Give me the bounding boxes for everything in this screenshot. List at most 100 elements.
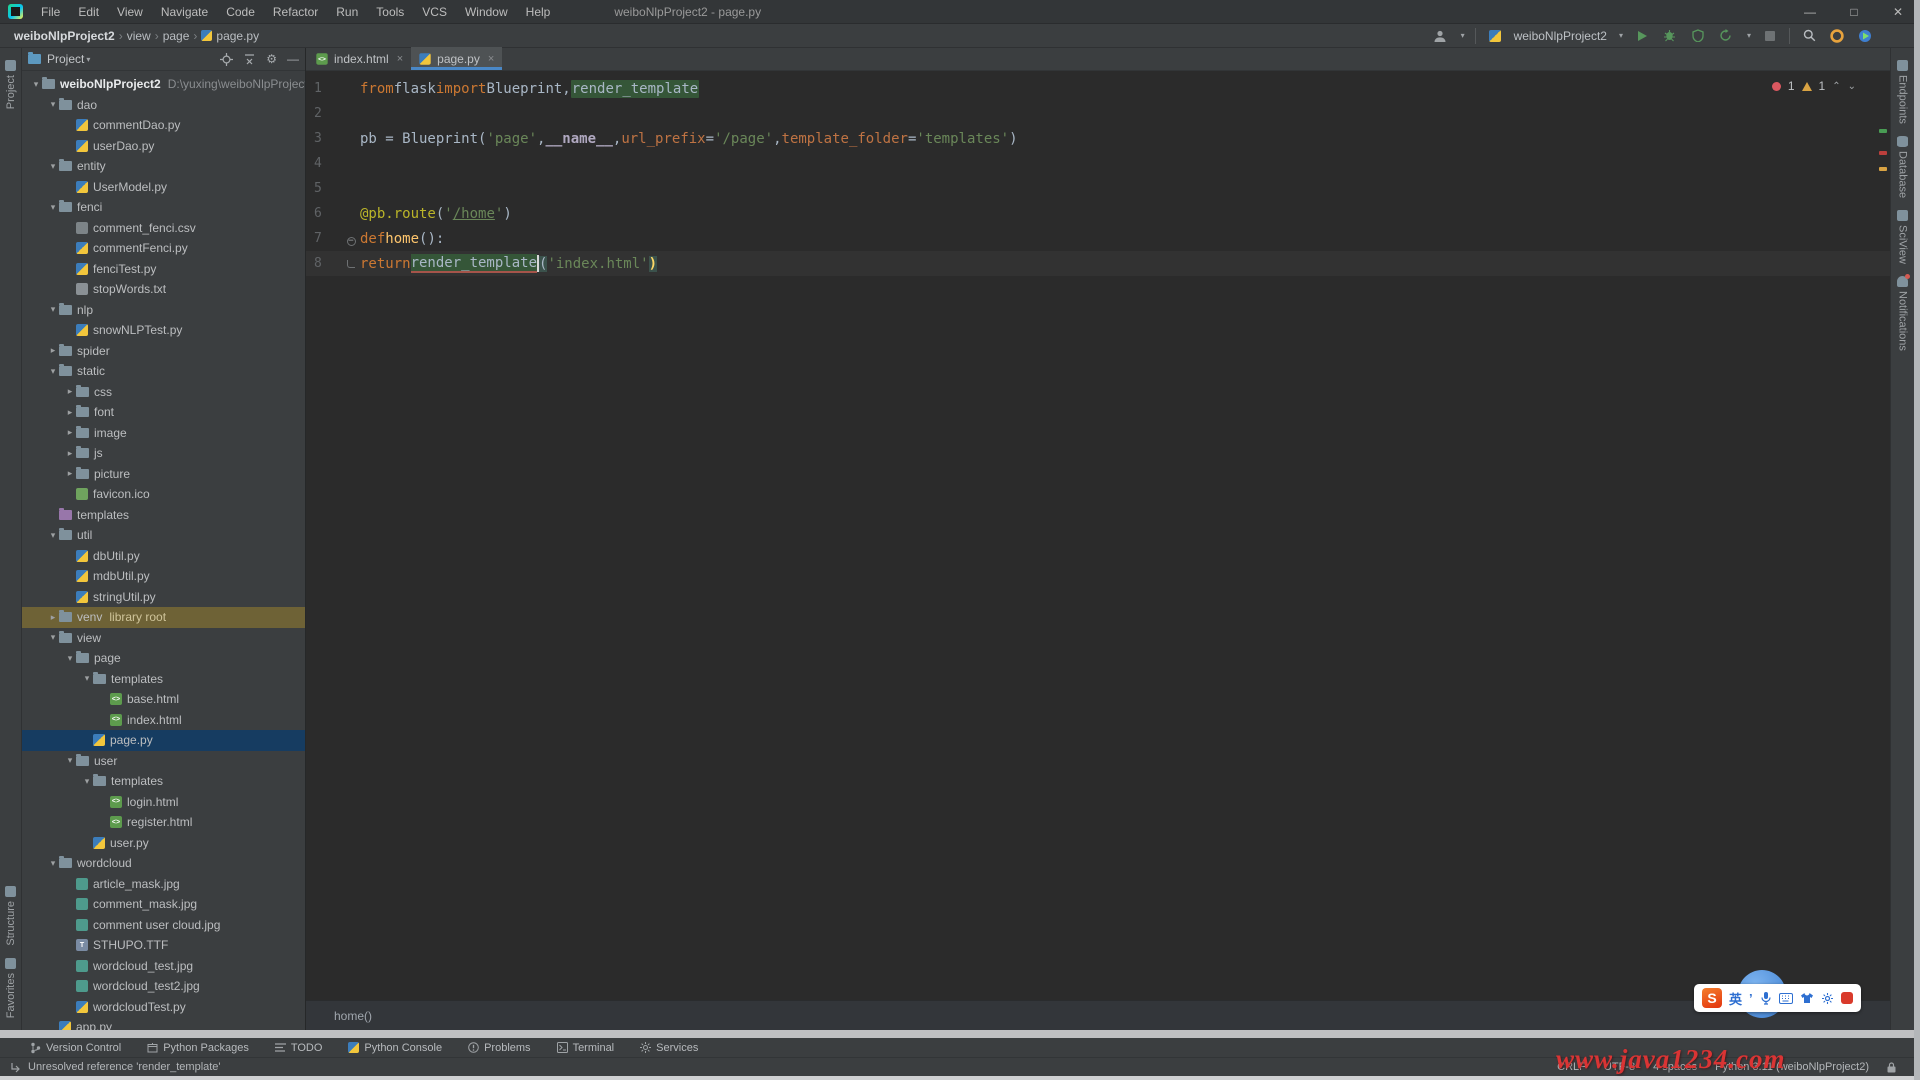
chevron-down-icon[interactable]: ▾ xyxy=(47,202,59,213)
tool-stripe-sciview[interactable]: SciView xyxy=(1897,210,1909,264)
tree-item-templates[interactable]: ▾ templates xyxy=(22,771,305,792)
events-icon[interactable] xyxy=(1856,27,1874,45)
search-everywhere-icon[interactable] xyxy=(1800,27,1818,45)
tree-item-stopwords-txt[interactable]: stopWords.txt xyxy=(22,279,305,300)
tree-item-commentdao-py[interactable]: commentDao.py xyxy=(22,115,305,136)
keyboard-icon[interactable] xyxy=(1778,992,1793,1004)
tool-window-button-services[interactable]: Services xyxy=(640,1042,698,1054)
tree-item-wordcloud-test-jpg[interactable]: wordcloud_test.jpg xyxy=(22,956,305,977)
chevron-down-icon[interactable]: ▾ xyxy=(64,653,76,664)
minimize-button[interactable]: — xyxy=(1788,0,1832,23)
tree-item-index-html[interactable]: <> index.html xyxy=(22,710,305,731)
tree-item-spider[interactable]: ▸ spider xyxy=(22,341,305,362)
code-line-5[interactable]: 5 xyxy=(306,176,1890,201)
close-tab-icon[interactable]: × xyxy=(488,53,494,65)
tree-item-user[interactable]: ▾ user xyxy=(22,751,305,772)
tree-item-static[interactable]: ▾ static xyxy=(22,361,305,382)
tool-window-button-problems[interactable]: Problems xyxy=(468,1042,531,1054)
tool-window-button-python-console[interactable]: Python Console xyxy=(348,1042,442,1054)
editor-tab-index.html[interactable]: <> index.html × xyxy=(308,47,411,70)
menu-refactor[interactable]: Refactor xyxy=(265,3,326,21)
code-line-8[interactable]: 8 return render_template('index.html') xyxy=(306,251,1890,276)
tree-item-wordcloud-test2-jpg[interactable]: wordcloud_test2.jpg xyxy=(22,976,305,997)
tree-item-snownlptest-py[interactable]: snowNLPTest.py xyxy=(22,320,305,341)
tool-window-button-terminal[interactable]: Terminal xyxy=(556,1042,614,1054)
inspection-widget[interactable]: 1 1 ⌃ ⌄ xyxy=(1771,79,1856,93)
editor-tab-page.py[interactable]: page.py × xyxy=(411,47,503,70)
tree-item-css[interactable]: ▸ css xyxy=(22,382,305,403)
chevron-down-icon[interactable]: ▾ xyxy=(64,755,76,766)
tree-item-user-py[interactable]: user.py xyxy=(22,833,305,854)
menu-tools[interactable]: Tools xyxy=(368,3,412,21)
tree-item-comment-mask-jpg[interactable]: comment_mask.jpg xyxy=(22,894,305,915)
lock-icon[interactable] xyxy=(1887,1061,1896,1073)
tree-item-commentfenci-py[interactable]: commentFenci.py xyxy=(22,238,305,259)
error-stripe[interactable] xyxy=(1876,71,1890,1000)
collapse-all-icon[interactable] xyxy=(243,53,256,66)
hide-panel-icon[interactable]: — xyxy=(287,53,299,65)
tool-window-button-todo[interactable]: TODO xyxy=(274,1042,322,1054)
chevron-down-icon[interactable]: ▾ xyxy=(81,776,93,787)
ime-language-toggle[interactable]: 英 xyxy=(1729,989,1742,1008)
chevron-down-icon[interactable]: ▾ xyxy=(47,161,59,172)
tool-stripe-structure[interactable]: Structure xyxy=(5,886,17,946)
menu-help[interactable]: Help xyxy=(518,3,559,21)
chevron-right-icon[interactable]: ▸ xyxy=(64,386,76,397)
gear-icon[interactable]: ⚙ xyxy=(266,53,277,65)
prev-issue-icon[interactable]: ⌃ xyxy=(1832,81,1840,92)
updates-icon[interactable] xyxy=(1828,27,1846,45)
locate-file-icon[interactable] xyxy=(220,52,234,66)
menu-vcs[interactable]: VCS xyxy=(414,3,455,21)
chevron-right-icon[interactable]: ▸ xyxy=(47,612,59,623)
tree-item-comment-fenci-csv[interactable]: comment_fenci.csv xyxy=(22,218,305,239)
rerun-button[interactable] xyxy=(1717,27,1735,45)
tree-item-venv[interactable]: ▸ venv library root xyxy=(22,607,305,628)
chevron-down-icon[interactable]: ▾ xyxy=(1619,31,1623,40)
code-line-1[interactable]: 1 from flask import Blueprint, render_tem… xyxy=(306,76,1890,101)
tree-item-js[interactable]: ▸ js xyxy=(22,443,305,464)
skin-shirt-icon[interactable] xyxy=(1800,992,1814,1004)
tree-item-comment-user-cloud-jpg[interactable]: comment user cloud.jpg xyxy=(22,915,305,936)
code-line-2[interactable]: 2 xyxy=(306,101,1890,126)
chevron-down-icon[interactable]: ▾ xyxy=(81,673,93,684)
breadcrumb-function[interactable]: home() xyxy=(334,1009,372,1023)
code-line-4[interactable]: 4 xyxy=(306,151,1890,176)
run-config-selector[interactable]: weiboNlpProject2 xyxy=(1514,29,1607,43)
tool-stripe-notifications[interactable]: Notifications xyxy=(1897,273,1910,351)
menu-navigate[interactable]: Navigate xyxy=(153,3,216,21)
chevron-right-icon[interactable]: ▸ xyxy=(64,427,76,438)
tree-item-stringutil-py[interactable]: stringUtil.py xyxy=(22,587,305,608)
tree-item-image[interactable]: ▸ image xyxy=(22,423,305,444)
debug-button[interactable] xyxy=(1661,27,1679,45)
breadcrumb-item[interactable]: weiboNlpProject2 xyxy=(14,29,115,43)
tree-item-font[interactable]: ▸ font xyxy=(22,402,305,423)
tree-item-mdbutil-py[interactable]: mdbUtil.py xyxy=(22,566,305,587)
close-tab-icon[interactable]: × xyxy=(397,53,403,65)
breadcrumb-item[interactable]: page xyxy=(163,29,190,43)
ime-punctuation-icon[interactable]: ’ xyxy=(1749,991,1753,1006)
tree-item-templates[interactable]: ▾ templates xyxy=(22,669,305,690)
tree-item-nlp[interactable]: ▾ nlp xyxy=(22,300,305,321)
ime-badge-icon[interactable] xyxy=(1840,992,1853,1004)
tree-item-page[interactable]: ▾ page xyxy=(22,648,305,669)
tree-item-weibonlpproject2[interactable]: ▾ weiboNlpProject2 D:\yuxing\weiboNlpProje… xyxy=(22,74,305,95)
toolbox-icon[interactable] xyxy=(1821,992,1834,1005)
tree-item-userdao-py[interactable]: userDao.py xyxy=(22,136,305,157)
microphone-icon[interactable] xyxy=(1760,991,1772,1005)
tree-item-templates[interactable]: templates xyxy=(22,505,305,526)
chevron-down-icon[interactable]: ▾ xyxy=(1747,31,1751,40)
breadcrumb-item[interactable]: view xyxy=(127,29,151,43)
tree-item-register-html[interactable]: <> register.html xyxy=(22,812,305,833)
chevron-right-icon[interactable]: ▸ xyxy=(47,345,59,356)
maximize-button[interactable]: □ xyxy=(1832,0,1876,23)
menu-window[interactable]: Window xyxy=(457,3,516,21)
fold-marker-icon[interactable]: − xyxy=(342,231,360,247)
tree-item-picture[interactable]: ▸ picture xyxy=(22,464,305,485)
chevron-right-icon[interactable]: ▸ xyxy=(64,448,76,459)
chevron-down-icon[interactable]: ▾ xyxy=(47,530,59,541)
tree-item-fenci[interactable]: ▾ fenci xyxy=(22,197,305,218)
code-line-6[interactable]: 6 @pb.route('/home ') xyxy=(306,201,1890,226)
tree-item-login-html[interactable]: <> login.html xyxy=(22,792,305,813)
editor-breadcrumb[interactable]: home() xyxy=(306,1000,1890,1030)
tree-item-app-py[interactable]: app.py xyxy=(22,1017,305,1030)
